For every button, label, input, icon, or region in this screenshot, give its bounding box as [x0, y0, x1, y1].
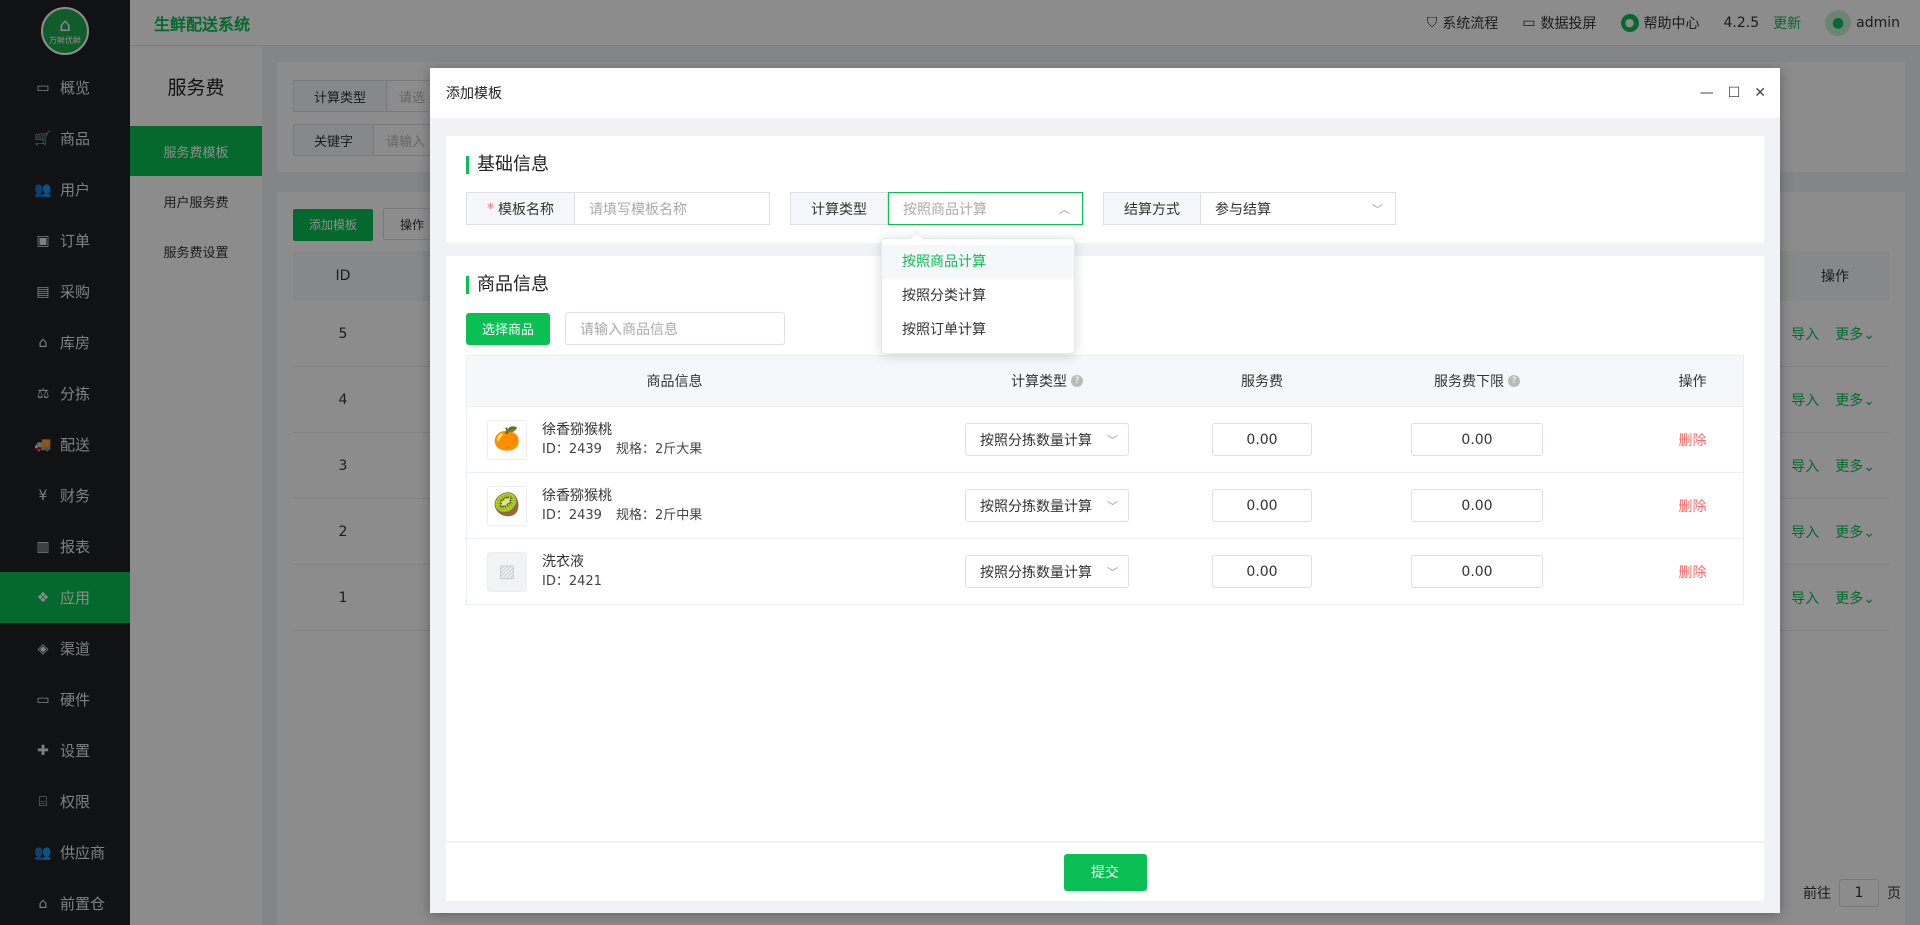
minimize-icon[interactable]: —	[1700, 85, 1714, 101]
row-calc-type-select[interactable]: 按照分拣数量计算 ﹀	[965, 423, 1129, 456]
select-goods-button[interactable]: 选择商品	[466, 312, 551, 345]
option-by-goods[interactable]: 按照商品计算	[882, 245, 1074, 279]
delete-link[interactable]: 删除	[1679, 562, 1707, 582]
min-fee-input[interactable]: 0.00	[1411, 489, 1543, 522]
goods-table-header: 商品信息 计算类型? 服务费 服务费下限? 操作	[467, 356, 1743, 406]
close-icon[interactable]: ✕	[1754, 85, 1766, 101]
basic-info-title: 基础信息	[466, 156, 1744, 174]
fee-input[interactable]: 0.00	[1212, 423, 1312, 456]
basic-info-section: 基础信息 * 模板名称 请填写模板名称 计算类型 按照商品计算 ︿ 结算方式 参与结…	[446, 136, 1764, 243]
settlement-label: 结算方式	[1103, 192, 1201, 225]
question-icon[interactable]: ?	[1508, 375, 1520, 387]
chevron-up-icon: ︿	[1059, 202, 1070, 216]
goods-info-section: 商品信息 选择商品 请输入商品信息 商品信息 计算类型? 服务费 服务费下限? …	[446, 256, 1764, 841]
product-name: 徐香猕猴桃	[542, 487, 612, 504]
calc-type-select[interactable]: 按照商品计算 ︿	[888, 192, 1083, 225]
product-name: 洗衣液	[542, 553, 584, 570]
image-placeholder-icon: ▨	[487, 551, 527, 592]
dialog-title: 添加模板	[446, 86, 502, 102]
row-calc-type-select[interactable]: 按照分拣数量计算 ﹀	[965, 489, 1129, 522]
kiwi-icon: 🥝	[487, 485, 527, 526]
settlement-select[interactable]: 参与结算 ﹀	[1201, 192, 1396, 225]
chevron-down-icon: ﹀	[1107, 499, 1118, 513]
chevron-down-icon: ﹀	[1372, 202, 1383, 216]
chevron-down-icon: ﹀	[1107, 565, 1118, 579]
product-name: 徐香猕猴桃	[542, 421, 612, 438]
delete-link[interactable]: 删除	[1679, 430, 1707, 450]
goods-search-input[interactable]: 请输入商品信息	[565, 312, 786, 345]
row-calc-type-select[interactable]: 按照分拣数量计算 ﹀	[965, 555, 1129, 588]
goods-info-title: 商品信息	[466, 276, 1744, 294]
calc-type-dropdown: 按照商品计算 按照分类计算 按照订单计算	[881, 230, 1075, 354]
table-row: 🥝 徐香猕猴桃 ID：2439 规格：2斤中果 按照分拣数量计算 ﹀ 0.00 0.…	[467, 472, 1743, 538]
table-row: ▨ 洗衣液 ID：2421 按照分拣数量计算 ﹀ 0.00 0.00 删除	[467, 538, 1743, 604]
min-fee-input[interactable]: 0.00	[1411, 555, 1543, 588]
goods-table: 商品信息 计算类型? 服务费 服务费下限? 操作 🍊 徐香猕猴桃 ID：2439…	[466, 355, 1744, 605]
template-name-input[interactable]: 请填写模板名称	[575, 192, 770, 225]
table-row: 🍊 徐香猕猴桃 ID：2439 规格：2斤大果 按照分拣数量计算 ﹀ 0.00 0.…	[467, 406, 1743, 472]
delete-link[interactable]: 删除	[1679, 496, 1707, 516]
min-fee-input[interactable]: 0.00	[1411, 423, 1543, 456]
question-icon[interactable]: ?	[1071, 375, 1083, 387]
chevron-down-icon: ﹀	[1107, 433, 1118, 447]
fee-input[interactable]: 0.00	[1212, 555, 1312, 588]
template-name-label: * 模板名称	[466, 192, 575, 225]
fruit-icon: 🍊	[487, 419, 527, 460]
option-by-order[interactable]: 按照订单计算	[882, 313, 1074, 347]
fee-input[interactable]: 0.00	[1212, 489, 1312, 522]
add-template-dialog: 添加模板 — ☐ ✕ 基础信息 * 模板名称 请填写模板名称 计算类型 按照商品计…	[430, 68, 1780, 913]
submit-button[interactable]: 提交	[1063, 853, 1147, 891]
maximize-icon[interactable]: ☐	[1728, 85, 1741, 101]
calc-type-label: 计算类型	[790, 192, 888, 225]
dialog-header: 添加模板 — ☐ ✕	[430, 68, 1780, 118]
dialog-footer: 提交	[446, 843, 1764, 901]
option-by-category[interactable]: 按照分类计算	[882, 279, 1074, 313]
